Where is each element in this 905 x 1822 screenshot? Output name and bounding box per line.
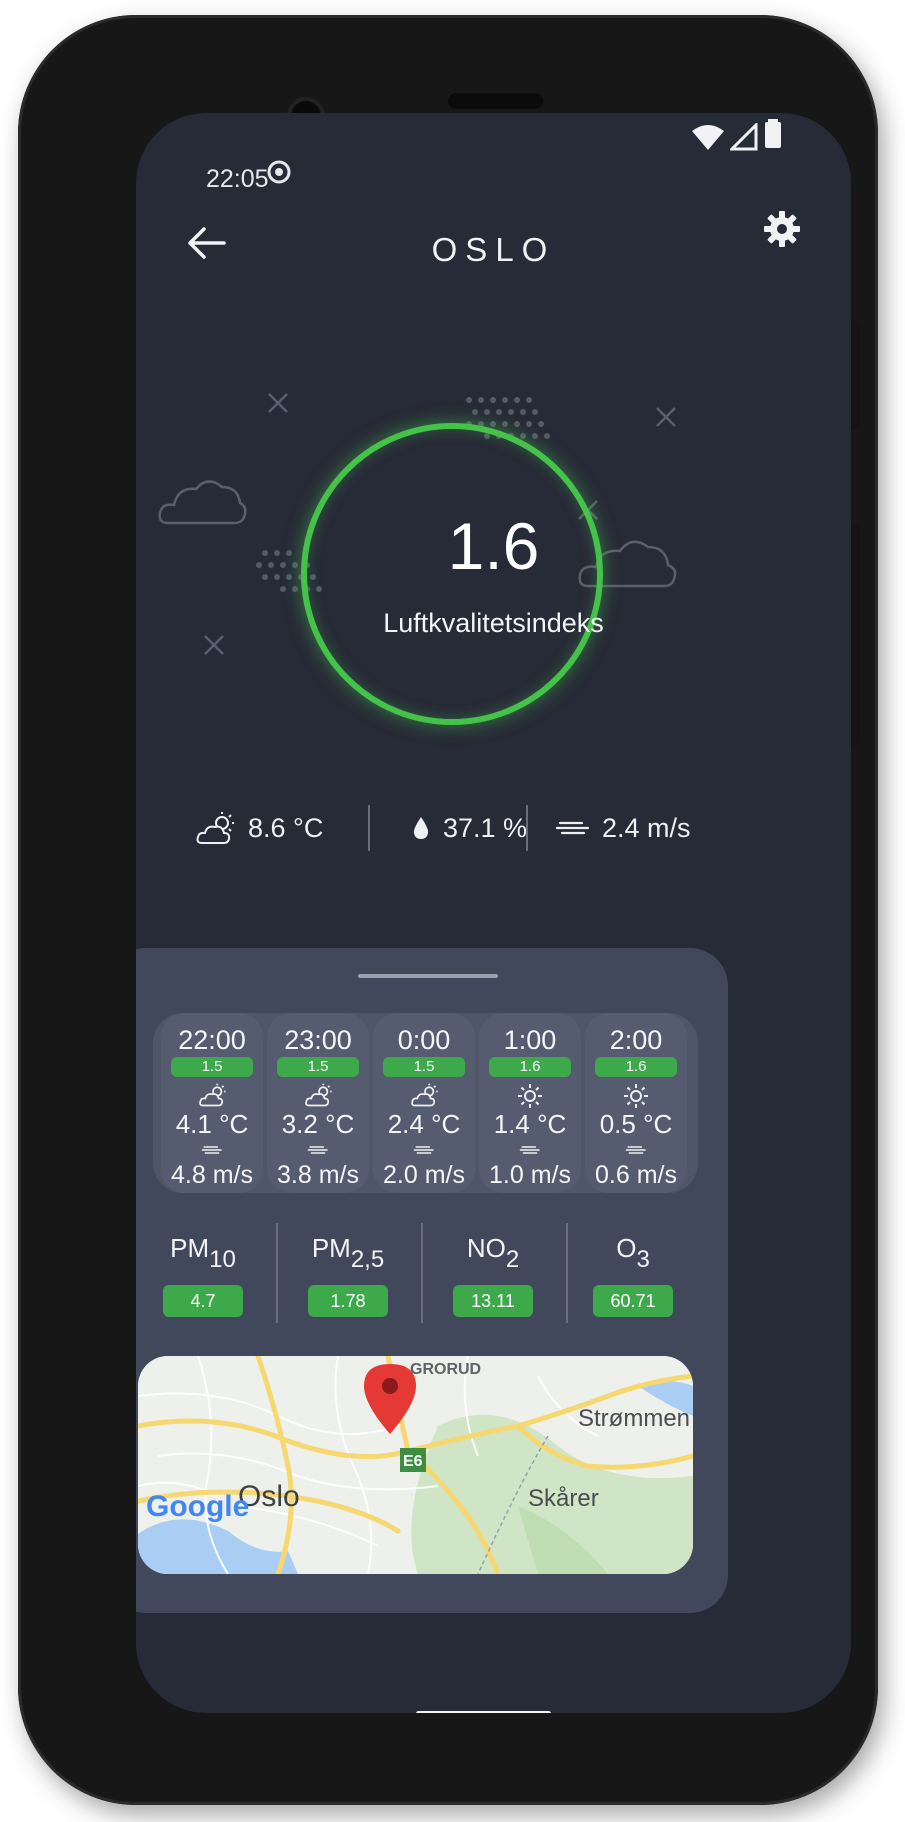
hour-aqi-badge: 1.6 <box>489 1057 571 1077</box>
signal-icon <box>730 123 758 151</box>
hour-time: 23:00 <box>284 1025 352 1055</box>
pollutant-value-badge: 60.71 <box>593 1285 673 1317</box>
hour-temperature: 3.2 °C <box>281 1109 355 1139</box>
pollutant-value-badge: 4.7 <box>163 1285 243 1317</box>
pollutant-value-badge: 1.78 <box>308 1285 388 1317</box>
earpiece-speaker <box>448 93 543 109</box>
map-canvas[interactable]: GRORUD Strømmen Oslo Skårer E6 Google <box>138 1356 693 1574</box>
hour-time: 22:00 <box>178 1025 246 1055</box>
city-title: OSLO <box>431 231 556 268</box>
sun-icon <box>624 1084 648 1108</box>
details-sheet[interactable]: 22:00 1.5 4.1 °C 4.8 m/s 23:00 1.5 3.2 °… <box>136 948 728 1613</box>
hourly-forecast[interactable]: 22:00 1.5 4.1 °C 4.8 m/s 23:00 1.5 3.2 °… <box>153 1013 698 1193</box>
forecast-hour[interactable]: 2:00 1.6 0.5 °C 0.6 m/s <box>585 1013 687 1193</box>
divider <box>276 1223 278 1323</box>
humidity-value: 37.1 % <box>443 812 528 843</box>
cross-mark-icon <box>656 407 676 427</box>
hour-temperature: 0.5 °C <box>599 1109 673 1139</box>
temperature-item: 8.6 °C <box>196 803 323 853</box>
hour-wind: 1.0 m/s <box>489 1161 571 1189</box>
hour-temperature: 2.4 °C <box>387 1109 461 1139</box>
hour-aqi-badge: 1.6 <box>595 1057 677 1077</box>
hour-aqi-badge: 1.5 <box>277 1057 359 1077</box>
aqi-value: 1.6 <box>447 509 540 583</box>
aqi-label: Luftkvalitetsindeks <box>383 608 604 638</box>
drag-handle[interactable] <box>358 974 498 978</box>
pollutant-name: PM10 <box>170 1233 236 1273</box>
app-screen: 22:05 OSLO 1.6 Luftkvalitetsindeks 8.6 °… <box>136 113 851 1713</box>
sun-icon <box>518 1084 542 1108</box>
wind-item: 2.4 m/s <box>556 803 691 853</box>
wind-icon <box>556 821 590 835</box>
partly-cloudy-icon <box>199 1083 226 1107</box>
wind-icon <box>519 1146 540 1154</box>
divider <box>526 805 528 851</box>
location-map[interactable]: GRORUD Strømmen Oslo Skårer E6 Google <box>138 1356 693 1574</box>
forecast-hour[interactable]: 0:00 1.5 2.4 °C 2.0 m/s <box>373 1013 475 1193</box>
road-label-e6: E6 <box>403 1453 423 1470</box>
current-weather-row: 8.6 °C 37.1 % 2.4 m/s <box>196 803 796 853</box>
sync-icon <box>267 160 291 184</box>
hour-time: 0:00 <box>397 1025 451 1055</box>
divider <box>368 805 370 851</box>
hour-aqi-badge: 1.5 <box>383 1057 465 1077</box>
pollutant-name: O3 <box>616 1233 650 1273</box>
hour-wind: 3.8 m/s <box>277 1161 359 1189</box>
map-label-skarer: Skårer <box>528 1485 599 1512</box>
divider <box>421 1223 423 1323</box>
pollutant-value-badge: 13.11 <box>453 1285 533 1317</box>
map-label-grorud: GRORUD <box>410 1361 481 1378</box>
partly-cloudy-icon <box>411 1083 438 1107</box>
hour-aqi-badge: 1.5 <box>171 1057 253 1077</box>
hour-wind: 0.6 m/s <box>595 1161 677 1189</box>
temperature-value: 8.6 °C <box>248 812 324 843</box>
forecast-hour[interactable]: 1:00 1.6 1.4 °C 1.0 m/s <box>479 1013 581 1193</box>
cross-mark-icon <box>268 393 288 413</box>
pollutant-name: PM2,5 <box>311 1233 385 1273</box>
phone-frame: 22:05 OSLO 1.6 Luftkvalitetsindeks 8.6 °… <box>18 15 878 1805</box>
pollutant-pm10[interactable]: PM10 4.7 <box>138 1223 268 1333</box>
partly-cloudy-icon <box>305 1083 332 1107</box>
hour-temperature: 1.4 °C <box>493 1109 567 1139</box>
hour-wind: 2.0 m/s <box>383 1161 465 1189</box>
wifi-icon <box>692 125 724 150</box>
battery-icon <box>765 119 781 148</box>
humidity-item: 37.1 % <box>411 803 527 853</box>
wind-icon <box>413 1146 434 1154</box>
droplet-icon <box>413 817 429 839</box>
status-time: 22:05 <box>206 165 269 193</box>
forecast-hour[interactable]: 23:00 1.5 3.2 °C 3.8 m/s <box>267 1013 369 1193</box>
gear-icon[interactable] <box>762 209 802 249</box>
hour-time: 1:00 <box>503 1025 557 1055</box>
map-label-strommen: Strømmen <box>578 1405 690 1432</box>
wind-icon <box>307 1146 328 1154</box>
home-indicator[interactable] <box>416 1711 551 1713</box>
wind-icon <box>201 1146 222 1154</box>
pollutant-o3[interactable]: O3 60.71 <box>568 1223 698 1333</box>
wind-value: 2.4 m/s <box>602 812 691 843</box>
hour-wind: 4.8 m/s <box>171 1161 253 1189</box>
hour-temperature: 4.1 °C <box>175 1109 249 1139</box>
wind-icon <box>625 1146 646 1154</box>
pollutant-name: NO2 <box>466 1233 520 1273</box>
pollutant-pm25[interactable]: PM2,5 1.78 <box>283 1223 413 1333</box>
google-attribution: Google <box>146 1490 249 1523</box>
pollutant-no2[interactable]: NO2 13.11 <box>428 1223 558 1333</box>
forecast-hour[interactable]: 22:00 1.5 4.1 °C 4.8 m/s <box>161 1013 263 1193</box>
hour-time: 2:00 <box>609 1025 663 1055</box>
partly-cloudy-icon <box>196 812 234 844</box>
pollutant-row: PM10 4.7 PM2,5 1.78 NO2 13.11 O3 60.71 <box>138 1223 698 1333</box>
